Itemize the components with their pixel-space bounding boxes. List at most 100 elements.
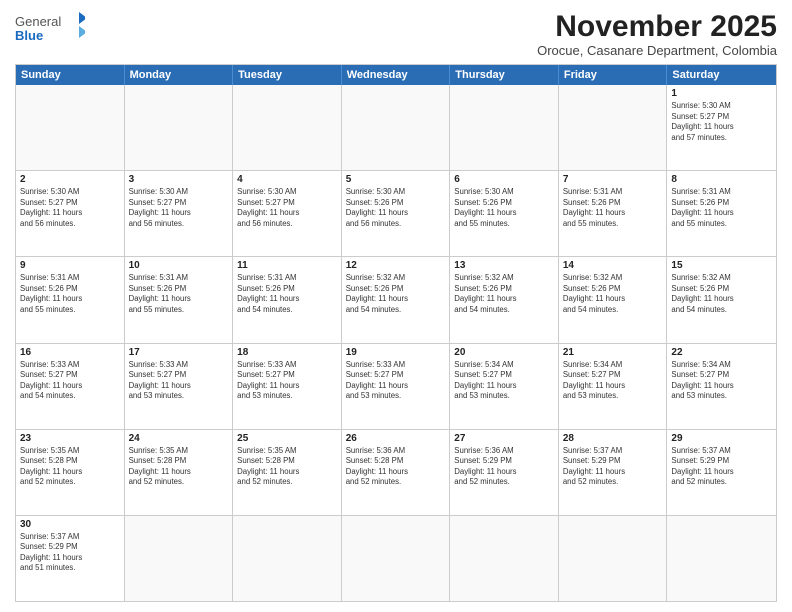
- day-info: Sunrise: 5:33 AM Sunset: 5:27 PM Dayligh…: [237, 360, 337, 402]
- day-number: 16: [20, 347, 120, 358]
- header-wednesday: Wednesday: [342, 65, 451, 85]
- week-4: 16 Sunrise: 5:33 AM Sunset: 5:27 PM Dayli…: [16, 344, 776, 430]
- day-cell-9: 9 Sunrise: 5:31 AM Sunset: 5:26 PM Daylig…: [16, 257, 125, 342]
- day-cell-26: 26Sunrise: 5:36 AM Sunset: 5:28 PM Dayli…: [342, 430, 451, 515]
- day-cell-7: 7 Sunrise: 5:31 AM Sunset: 5:26 PM Daylig…: [559, 171, 668, 256]
- day-info: Sunrise: 5:34 AM Sunset: 5:27 PM Dayligh…: [454, 360, 554, 402]
- day-info: Sunrise: 5:33 AM Sunset: 5:27 PM Dayligh…: [346, 360, 446, 402]
- day-cell-23: 23 Sunrise: 5:35 AM Sunset: 5:28 PM Dayli…: [16, 430, 125, 515]
- day-number: 1: [671, 88, 772, 99]
- day-cell-11: 11 Sunrise: 5:31 AM Sunset: 5:26 PM Dayli…: [233, 257, 342, 342]
- day-info: Sunrise: 5:30 AM Sunset: 5:26 PM Dayligh…: [454, 187, 554, 229]
- day-info: Sunrise: 5:30 AM Sunset: 5:26 PM Dayligh…: [346, 187, 446, 229]
- day-cell-15: 15 Sunrise: 5:32 AM Sunset: 5:26 PM Dayli…: [667, 257, 776, 342]
- week-2: 2 Sunrise: 5:30 AM Sunset: 5:27 PM Daylig…: [16, 171, 776, 257]
- day-info: Sunrise: 5:31 AM Sunset: 5:26 PM Dayligh…: [671, 187, 772, 229]
- day-number: 11: [237, 260, 337, 271]
- day-info: Sunrise: 5:33 AM Sunset: 5:27 PM Dayligh…: [129, 360, 229, 402]
- svg-text:Blue: Blue: [15, 28, 43, 43]
- day-cell-8: 8 Sunrise: 5:31 AM Sunset: 5:26 PM Daylig…: [667, 171, 776, 256]
- week-5: 23 Sunrise: 5:35 AM Sunset: 5:28 PM Dayli…: [16, 430, 776, 516]
- empty-cell: [559, 85, 668, 170]
- day-number: 15: [671, 260, 772, 271]
- day-cell-28: 28Sunrise: 5:37 AM Sunset: 5:29 PM Dayli…: [559, 430, 668, 515]
- day-cell-27: 27 Sunrise: 5:36 AM Sunset: 5:29 PM Dayli…: [450, 430, 559, 515]
- empty-cell: [16, 85, 125, 170]
- day-number: 21: [563, 347, 663, 358]
- day-cell-5: 5 Sunrise: 5:30 AM Sunset: 5:26 PM Daylig…: [342, 171, 451, 256]
- empty-cell: [450, 516, 559, 601]
- day-number: 30: [20, 519, 120, 530]
- empty-cell: [233, 85, 342, 170]
- day-cell-14: 14Sunrise: 5:32 AM Sunset: 5:26 PM Dayli…: [559, 257, 668, 342]
- day-info: Sunrise: 5:30 AM Sunset: 5:27 PM Dayligh…: [129, 187, 229, 229]
- day-info: Sunrise: 5:36 AM Sunset: 5:29 PM Dayligh…: [454, 446, 554, 488]
- day-number: 2: [20, 174, 120, 185]
- day-number: 10: [129, 260, 229, 271]
- empty-cell: [125, 85, 234, 170]
- svg-text:General: General: [15, 14, 61, 29]
- day-cell-21: 21Sunrise: 5:34 AM Sunset: 5:27 PM Dayli…: [559, 344, 668, 429]
- day-number: 29: [671, 433, 772, 444]
- day-info: Sunrise: 5:32 AM Sunset: 5:26 PM Dayligh…: [454, 273, 554, 315]
- day-number: 22: [671, 347, 772, 358]
- day-cell-10: 10Sunrise: 5:31 AM Sunset: 5:26 PM Dayli…: [125, 257, 234, 342]
- day-info: Sunrise: 5:35 AM Sunset: 5:28 PM Dayligh…: [20, 446, 120, 488]
- day-number: 3: [129, 174, 229, 185]
- day-info: Sunrise: 5:35 AM Sunset: 5:28 PM Dayligh…: [129, 446, 229, 488]
- month-title: November 2025: [537, 10, 777, 43]
- day-cell-30: 30 Sunrise: 5:37 AM Sunset: 5:29 PM Dayli…: [16, 516, 125, 601]
- day-info: Sunrise: 5:30 AM Sunset: 5:27 PM Dayligh…: [20, 187, 120, 229]
- day-cell-3: 3 Sunrise: 5:30 AM Sunset: 5:27 PM Daylig…: [125, 171, 234, 256]
- day-number: 9: [20, 260, 120, 271]
- day-info: Sunrise: 5:30 AM Sunset: 5:27 PM Dayligh…: [237, 187, 337, 229]
- day-number: 23: [20, 433, 120, 444]
- day-info: Sunrise: 5:31 AM Sunset: 5:26 PM Dayligh…: [237, 273, 337, 315]
- day-info: Sunrise: 5:31 AM Sunset: 5:26 PM Dayligh…: [20, 273, 120, 315]
- day-number: 7: [563, 174, 663, 185]
- subtitle: Orocue, Casanare Department, Colombia: [537, 43, 777, 58]
- day-cell-1: 1 Sunrise: 5:30 AM Sunset: 5:27 PM Daylig…: [667, 85, 776, 170]
- day-number: 19: [346, 347, 446, 358]
- day-cell-18: 18Sunrise: 5:33 AM Sunset: 5:27 PM Dayli…: [233, 344, 342, 429]
- day-number: 24: [129, 433, 229, 444]
- weeks: 1 Sunrise: 5:30 AM Sunset: 5:27 PM Daylig…: [16, 85, 776, 601]
- day-cell-12: 12 Sunrise: 5:32 AM Sunset: 5:26 PM Dayli…: [342, 257, 451, 342]
- header-sunday: Sunday: [16, 65, 125, 85]
- header-friday: Friday: [559, 65, 668, 85]
- day-info: Sunrise: 5:37 AM Sunset: 5:29 PM Dayligh…: [20, 532, 120, 574]
- header-thursday: Thursday: [450, 65, 559, 85]
- day-cell-24: 24 Sunrise: 5:35 AM Sunset: 5:28 PM Dayli…: [125, 430, 234, 515]
- day-info: Sunrise: 5:32 AM Sunset: 5:26 PM Dayligh…: [563, 273, 663, 315]
- week-1: 1 Sunrise: 5:30 AM Sunset: 5:27 PM Daylig…: [16, 85, 776, 171]
- logo: General Blue: [15, 10, 85, 45]
- day-cell-25: 25 Sunrise: 5:35 AM Sunset: 5:28 PM Dayli…: [233, 430, 342, 515]
- day-number: 25: [237, 433, 337, 444]
- day-cell-6: 6 Sunrise: 5:30 AM Sunset: 5:26 PM Daylig…: [450, 171, 559, 256]
- day-info: Sunrise: 5:30 AM Sunset: 5:27 PM Dayligh…: [671, 101, 772, 143]
- page: General Blue November 2025 Orocue, Casan…: [0, 0, 792, 612]
- day-cell-20: 20Sunrise: 5:34 AM Sunset: 5:27 PM Dayli…: [450, 344, 559, 429]
- day-info: Sunrise: 5:31 AM Sunset: 5:26 PM Dayligh…: [563, 187, 663, 229]
- day-number: 12: [346, 260, 446, 271]
- day-info: Sunrise: 5:37 AM Sunset: 5:29 PM Dayligh…: [563, 446, 663, 488]
- day-number: 4: [237, 174, 337, 185]
- day-info: Sunrise: 5:32 AM Sunset: 5:26 PM Dayligh…: [671, 273, 772, 315]
- day-number: 17: [129, 347, 229, 358]
- week-3: 9 Sunrise: 5:31 AM Sunset: 5:26 PM Daylig…: [16, 257, 776, 343]
- day-number: 27: [454, 433, 554, 444]
- day-number: 6: [454, 174, 554, 185]
- empty-cell: [342, 85, 451, 170]
- day-info: Sunrise: 5:35 AM Sunset: 5:28 PM Dayligh…: [237, 446, 337, 488]
- day-number: 26: [346, 433, 446, 444]
- week-6: 30 Sunrise: 5:37 AM Sunset: 5:29 PM Dayli…: [16, 516, 776, 601]
- header-saturday: Saturday: [667, 65, 776, 85]
- day-cell-29: 29Sunrise: 5:37 AM Sunset: 5:29 PM Dayli…: [667, 430, 776, 515]
- day-headers: Sunday Monday Tuesday Wednesday Thursday…: [16, 65, 776, 85]
- empty-cell: [450, 85, 559, 170]
- empty-cell: [559, 516, 668, 601]
- day-number: 8: [671, 174, 772, 185]
- day-info: Sunrise: 5:32 AM Sunset: 5:26 PM Dayligh…: [346, 273, 446, 315]
- day-number: 5: [346, 174, 446, 185]
- empty-cell: [233, 516, 342, 601]
